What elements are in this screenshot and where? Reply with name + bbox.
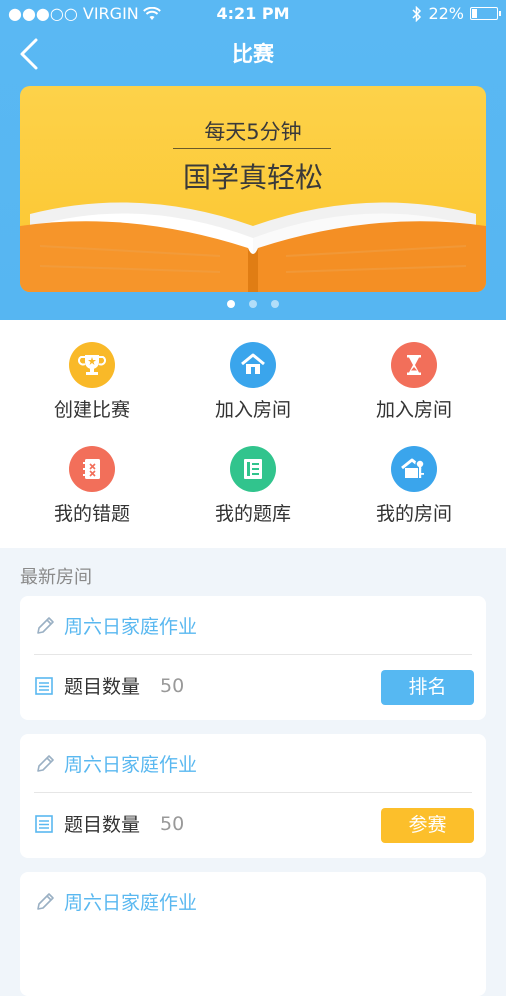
question-count-value: 50: [160, 674, 185, 697]
question-count-label: 题目数量: [64, 814, 141, 836]
page-title: 比赛: [232, 42, 274, 66]
pencil-icon: [37, 754, 54, 772]
house-icon: [230, 342, 276, 388]
room-title: 周六日家庭作业: [64, 754, 198, 776]
pencil-icon: [37, 892, 54, 910]
bluetooth-icon: [412, 5, 422, 22]
menu-label: 我的错题: [53, 503, 130, 525]
menu-join-room[interactable]: 加入房间: [169, 320, 337, 424]
menu-create-contest[interactable]: 创建比赛: [8, 320, 176, 424]
join-contest-button[interactable]: 参赛: [381, 808, 474, 843]
battery-icon: [470, 7, 501, 20]
notebook-icon: [69, 446, 115, 492]
open-book-illustration: [20, 202, 486, 292]
battery-percent: 22%: [428, 4, 464, 23]
nav-bar: 比赛: [0, 28, 506, 80]
ranking-button[interactable]: 排名: [381, 670, 474, 705]
pager-dot[interactable]: [271, 300, 279, 308]
card-divider: [34, 792, 472, 793]
document-list-icon: [35, 676, 53, 695]
room-title: 周六日家庭作业: [64, 616, 198, 638]
menu-label: 我的题库: [214, 503, 291, 525]
question-count-label: 题目数量: [64, 676, 141, 698]
menu-my-rooms[interactable]: 我的房间: [330, 424, 498, 528]
room-card[interactable]: 周六日家庭作业: [20, 872, 486, 996]
trophy-icon: [69, 342, 115, 388]
menu-label: 创建比赛: [53, 399, 130, 421]
hourglass-icon: [391, 342, 437, 388]
pencil-icon: [37, 616, 54, 634]
menu-label: 加入房间: [375, 399, 452, 421]
banner-subtitle: 每天5分钟: [204, 120, 302, 144]
menu-my-mistakes[interactable]: 我的错题: [8, 424, 176, 528]
bookshelf-icon: [230, 446, 276, 492]
document-list-icon: [35, 814, 53, 833]
home-key-icon: [391, 446, 437, 492]
room-title: 周六日家庭作业: [64, 892, 198, 914]
header: ●●●○○ VIRGIN 4:21 PM 22% 比赛 每天5分钟 国学真轻松: [0, 0, 506, 320]
menu-label: 加入房间: [214, 399, 291, 421]
banner-pager: [0, 300, 506, 308]
pager-dot[interactable]: [249, 300, 257, 308]
pager-dot[interactable]: [227, 300, 235, 308]
section-title: 最新房间: [20, 567, 92, 588]
promo-banner[interactable]: 每天5分钟 国学真轻松: [20, 86, 486, 292]
room-card[interactable]: 周六日家庭作业 题目数量 50 参赛: [20, 734, 486, 858]
banner-divider: [173, 148, 331, 149]
feature-menu: 创建比赛 加入房间 加入房间 我的错题 我的题库 我的房间: [0, 320, 506, 548]
room-card[interactable]: 周六日家庭作业 题目数量 50 排名: [20, 596, 486, 720]
menu-join-room-2[interactable]: 加入房间: [330, 320, 498, 424]
status-bar: ●●●○○ VIRGIN 4:21 PM 22%: [0, 0, 506, 28]
menu-my-question-bank[interactable]: 我的题库: [169, 424, 337, 528]
menu-label: 我的房间: [375, 503, 452, 525]
card-divider: [34, 654, 472, 655]
question-count-value: 50: [160, 812, 185, 835]
